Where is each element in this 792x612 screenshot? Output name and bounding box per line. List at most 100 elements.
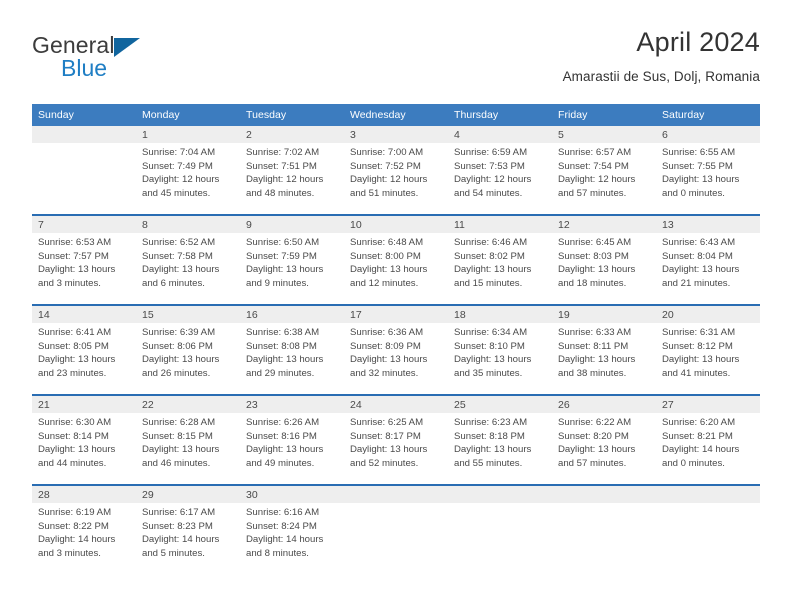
sunrise-time: Sunrise: 6:39 AM <box>142 327 216 338</box>
day-number: 30 <box>240 486 344 503</box>
weekday-header-row: Sunday Monday Tuesday Wednesday Thursday Frid… <box>32 104 760 126</box>
daylight-duration-line2: and 38 minutes. <box>558 367 627 379</box>
calendar-day-cell[interactable]: 27 Sunrise: 6:20 AM Sunset: 8:21 PM Dayligh… <box>656 394 760 485</box>
day-details: Sunrise: 6:20 AM Sunset: 8:21 PM Daylight:… <box>656 413 760 484</box>
calendar-day-cell[interactable]: 20 Sunrise: 6:31 AM Sunset: 8:12 PM Dayligh… <box>656 304 760 395</box>
brand-name-blue: Blue <box>61 55 108 81</box>
sunrise-time: Sunrise: 6:38 AM <box>246 327 320 338</box>
day-number: 13 <box>656 216 760 233</box>
daylight-duration-line1: Daylight: 13 hours <box>246 354 324 366</box>
day-details: Sunrise: 6:41 AM Sunset: 8:05 PM Daylight:… <box>32 323 136 394</box>
sunrise-time: Sunrise: 6:45 AM <box>558 237 632 248</box>
sunrise-time: Sunrise: 6:48 AM <box>350 237 424 248</box>
day-number: 4 <box>448 126 552 143</box>
weekday-header-wednesday: Wednesday <box>344 104 448 126</box>
daylight-duration-line1: Daylight: 13 hours <box>246 264 324 276</box>
day-details: Sunrise: 6:50 AM Sunset: 7:59 PM Daylight:… <box>240 233 344 304</box>
calendar-week-row: 7 Sunrise: 6:53 AM Sunset: 7:57 PM Daylight… <box>32 214 760 305</box>
calendar-day-cell[interactable]: 15 Sunrise: 6:39 AM Sunset: 8:06 PM Dayligh… <box>136 304 240 395</box>
calendar-day-cell[interactable]: 6 Sunrise: 6:55 AM Sunset: 7:55 PM Daylight… <box>656 126 760 215</box>
calendar-day-cell[interactable]: 21 Sunrise: 6:30 AM Sunset: 8:14 PM Dayligh… <box>32 394 136 485</box>
calendar-day-cell[interactable]: 13 Sunrise: 6:43 AM Sunset: 8:04 PM Dayligh… <box>656 214 760 305</box>
calendar-day-cell[interactable]: 8 Sunrise: 6:52 AM Sunset: 7:58 PM Daylight… <box>136 214 240 305</box>
sunset-time: Sunset: 7:57 PM <box>38 250 109 262</box>
sunset-time: Sunset: 8:22 PM <box>38 520 109 532</box>
calendar-day-cell[interactable]: 30 Sunrise: 6:16 AM Sunset: 8:24 PM Dayligh… <box>240 484 344 574</box>
calendar-week-row: 28 Sunrise: 6:19 AM Sunset: 8:22 PM Dayligh… <box>32 484 760 574</box>
calendar-day-cell[interactable]: 5 Sunrise: 6:57 AM Sunset: 7:54 PM Daylight… <box>552 126 656 215</box>
calendar-day-cell[interactable]: 11 Sunrise: 6:46 AM Sunset: 8:02 PM Dayligh… <box>448 214 552 305</box>
day-details: Sunrise: 7:04 AM Sunset: 7:49 PM Daylight:… <box>136 143 240 214</box>
day-number: 18 <box>448 306 552 323</box>
day-number: 29 <box>136 486 240 503</box>
calendar-day-cell[interactable]: 22 Sunrise: 6:28 AM Sunset: 8:15 PM Dayligh… <box>136 394 240 485</box>
daylight-duration-line2: and 0 minutes. <box>662 187 725 199</box>
sunset-time: Sunset: 8:09 PM <box>350 340 421 352</box>
day-details: Sunrise: 7:00 AM Sunset: 7:52 PM Daylight:… <box>344 143 448 214</box>
daylight-duration-line2: and 55 minutes. <box>454 457 523 469</box>
calendar-day-cell[interactable]: 25 Sunrise: 6:23 AM Sunset: 8:18 PM Dayligh… <box>448 394 552 485</box>
calendar-cell-empty <box>656 484 760 574</box>
calendar-day-cell[interactable]: 7 Sunrise: 6:53 AM Sunset: 7:57 PM Daylight… <box>32 214 136 305</box>
daylight-duration-line2: and 6 minutes. <box>142 277 205 289</box>
day-details: Sunrise: 6:33 AM Sunset: 8:11 PM Daylight:… <box>552 323 656 394</box>
sunrise-time: Sunrise: 6:26 AM <box>246 417 320 428</box>
sunrise-time: Sunrise: 6:53 AM <box>38 237 112 248</box>
daylight-duration-line2: and 45 minutes. <box>142 187 211 199</box>
day-details: Sunrise: 6:36 AM Sunset: 8:09 PM Daylight:… <box>344 323 448 394</box>
day-number <box>344 486 448 503</box>
calendar-day-cell[interactable]: 23 Sunrise: 6:26 AM Sunset: 8:16 PM Dayligh… <box>240 394 344 485</box>
calendar-day-cell[interactable]: 17 Sunrise: 6:36 AM Sunset: 8:09 PM Dayligh… <box>344 304 448 395</box>
daylight-duration-line1: Daylight: 13 hours <box>142 444 220 456</box>
day-number <box>32 126 136 143</box>
day-details: Sunrise: 7:02 AM Sunset: 7:51 PM Daylight:… <box>240 143 344 214</box>
daylight-duration-line2: and 5 minutes. <box>142 547 205 559</box>
calendar-day-cell[interactable]: 2 Sunrise: 7:02 AM Sunset: 7:51 PM Daylight… <box>240 126 344 215</box>
day-number: 3 <box>344 126 448 143</box>
brand-logo[interactable]: General Blue <box>32 32 252 90</box>
daylight-duration-line1: Daylight: 13 hours <box>558 354 636 366</box>
day-number: 5 <box>552 126 656 143</box>
day-details: Sunrise: 6:38 AM Sunset: 8:08 PM Daylight:… <box>240 323 344 394</box>
sunset-time: Sunset: 8:04 PM <box>662 250 733 262</box>
calendar-day-cell[interactable]: 29 Sunrise: 6:17 AM Sunset: 8:23 PM Dayligh… <box>136 484 240 574</box>
calendar-day-cell[interactable]: 4 Sunrise: 6:59 AM Sunset: 7:53 PM Daylight… <box>448 126 552 215</box>
calendar-day-cell[interactable]: 18 Sunrise: 6:34 AM Sunset: 8:10 PM Dayligh… <box>448 304 552 395</box>
calendar-day-cell[interactable]: 3 Sunrise: 7:00 AM Sunset: 7:52 PM Daylight… <box>344 126 448 215</box>
daylight-duration-line1: Daylight: 13 hours <box>142 264 220 276</box>
calendar-day-cell[interactable]: 16 Sunrise: 6:38 AM Sunset: 8:08 PM Dayligh… <box>240 304 344 395</box>
calendar-day-cell[interactable]: 9 Sunrise: 6:50 AM Sunset: 7:59 PM Daylight… <box>240 214 344 305</box>
calendar-day-cell[interactable]: 28 Sunrise: 6:19 AM Sunset: 8:22 PM Dayligh… <box>32 484 136 574</box>
day-details: Sunrise: 6:26 AM Sunset: 8:16 PM Daylight:… <box>240 413 344 484</box>
sunset-time: Sunset: 7:52 PM <box>350 160 421 172</box>
day-details: Sunrise: 6:45 AM Sunset: 8:03 PM Daylight:… <box>552 233 656 304</box>
daylight-duration-line2: and 0 minutes. <box>662 457 725 469</box>
daylight-duration-line2: and 21 minutes. <box>662 277 731 289</box>
day-details <box>656 503 760 574</box>
daylight-duration-line1: Daylight: 13 hours <box>38 264 116 276</box>
daylight-duration-line2: and 15 minutes. <box>454 277 523 289</box>
calendar-cell-empty <box>552 484 656 574</box>
calendar-day-cell[interactable]: 1 Sunrise: 7:04 AM Sunset: 7:49 PM Daylight… <box>136 126 240 215</box>
day-number: 27 <box>656 396 760 413</box>
day-details: Sunrise: 6:17 AM Sunset: 8:23 PM Daylight:… <box>136 503 240 574</box>
daylight-duration-line2: and 8 minutes. <box>246 547 309 559</box>
daylight-duration-line2: and 9 minutes. <box>246 277 309 289</box>
calendar-day-cell[interactable]: 19 Sunrise: 6:33 AM Sunset: 8:11 PM Dayligh… <box>552 304 656 395</box>
calendar-day-cell[interactable]: 12 Sunrise: 6:45 AM Sunset: 8:03 PM Dayligh… <box>552 214 656 305</box>
weekday-header-sunday: Sunday <box>32 104 136 126</box>
sunset-time: Sunset: 7:58 PM <box>142 250 213 262</box>
daylight-duration-line1: Daylight: 13 hours <box>38 444 116 456</box>
daylight-duration-line2: and 41 minutes. <box>662 367 731 379</box>
calendar-day-cell[interactable]: 26 Sunrise: 6:22 AM Sunset: 8:20 PM Dayligh… <box>552 394 656 485</box>
page-title: April 2024 <box>636 27 760 57</box>
calendar-day-cell[interactable]: 10 Sunrise: 6:48 AM Sunset: 8:00 PM Dayligh… <box>344 214 448 305</box>
day-number: 28 <box>32 486 136 503</box>
calendar-day-cell[interactable]: 24 Sunrise: 6:25 AM Sunset: 8:17 PM Dayligh… <box>344 394 448 485</box>
sunset-time: Sunset: 7:53 PM <box>454 160 525 172</box>
daylight-duration-line2: and 32 minutes. <box>350 367 419 379</box>
calendar-day-cell[interactable]: 14 Sunrise: 6:41 AM Sunset: 8:05 PM Dayligh… <box>32 304 136 395</box>
sunrise-time: Sunrise: 6:22 AM <box>558 417 632 428</box>
sunset-time: Sunset: 7:49 PM <box>142 160 213 172</box>
daylight-duration-line2: and 26 minutes. <box>142 367 211 379</box>
